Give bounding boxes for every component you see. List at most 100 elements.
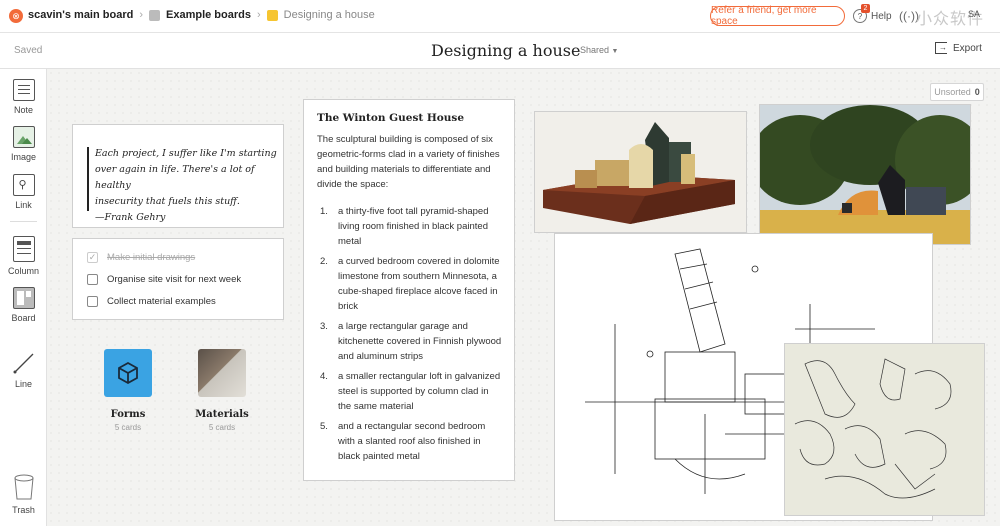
- trash-icon: [14, 474, 33, 500]
- top-bar: ⊗ scavin's main board › Example boards ›…: [0, 0, 1000, 33]
- tool-label: Trash: [12, 505, 35, 515]
- todo-card[interactable]: ✓ Make initial drawings Organise site vi…: [72, 238, 284, 320]
- text-line: cube-shaped fireplace alcove faced in: [338, 286, 498, 297]
- text-line: a thirty-five foot tall pyramid-shaped: [338, 206, 489, 217]
- todo-item[interactable]: Collect material examples: [87, 296, 216, 307]
- board-count: 5 cards: [208, 423, 236, 432]
- text-line: living room finished in black painted: [338, 221, 488, 232]
- tool-label: Note: [13, 105, 33, 115]
- text-line: black painted metal: [338, 451, 420, 462]
- text-line: a curved bedroom covered in dolomite: [338, 256, 500, 267]
- shared-dropdown[interactable]: Shared ▼: [580, 45, 618, 55]
- quote-bar: [87, 147, 89, 211]
- text-line: The sculptural building is composed of s…: [317, 134, 493, 145]
- divider: [10, 221, 37, 222]
- chevron-right-icon: ›: [139, 9, 143, 21]
- breadcrumb-root[interactable]: scavin's main board: [28, 9, 133, 21]
- text-line: geometric-forms clad in a variety of fin…: [317, 149, 500, 160]
- text-line: divide the space:: [317, 179, 389, 190]
- quote-text: Each project, I suffer like I'm starting…: [95, 146, 281, 226]
- list-item: 4. a smaller rectangular loft in galvani…: [320, 369, 508, 414]
- todo-item[interactable]: ✓ Make initial drawings: [87, 252, 195, 263]
- board-color-icon: [149, 9, 160, 21]
- tool-image[interactable]: Image: [0, 126, 47, 162]
- board-count: 5 cards: [114, 423, 142, 432]
- tool-label: Column: [7, 266, 39, 276]
- text-line: steel is supported by column clad in: [338, 386, 489, 397]
- cube-icon: [104, 349, 152, 397]
- quote-author: —Frank Gehry: [95, 212, 166, 223]
- help-button[interactable]: ? 2 Help: [853, 4, 892, 23]
- note-icon: [12, 79, 35, 101]
- text-line: and a rectangular second bedroom: [338, 421, 486, 432]
- page-title[interactable]: Designing a house: [431, 41, 580, 60]
- quote-card[interactable]: Each project, I suffer like I'm starting…: [72, 124, 284, 228]
- list-number: 4.: [320, 371, 328, 382]
- quote-line: over again in life. There's a lot of hea…: [95, 164, 255, 191]
- house-photo[interactable]: [759, 104, 971, 245]
- tool-line[interactable]: Line: [0, 351, 47, 389]
- unsorted-count: 0: [974, 87, 980, 97]
- list-item: 5. and a rectangular second bedroom with …: [320, 419, 508, 464]
- list-number: 2.: [320, 256, 328, 267]
- tool-sidebar: Note Image ⚲ Link Column Board Line Tras…: [0, 69, 47, 526]
- card-lead: The sculptural building is composed of s…: [317, 132, 505, 192]
- text-line: metal: [338, 236, 362, 247]
- tool-board[interactable]: Board: [0, 287, 47, 323]
- board-color-icon: [266, 9, 278, 21]
- line-icon: [13, 353, 33, 374]
- image-icon: [12, 126, 35, 148]
- unsorted-label: Unsorted: [934, 87, 971, 97]
- board-tile-forms[interactable]: Forms 5 cards: [98, 349, 158, 432]
- tool-trash[interactable]: Trash: [0, 473, 47, 515]
- text-card[interactable]: The Winton Guest House The sculptural bu…: [303, 99, 515, 481]
- refer-friend-button[interactable]: Refer a friend, get more space: [710, 5, 845, 27]
- breadcrumb-mid[interactable]: Example boards: [166, 9, 251, 21]
- checkbox[interactable]: [87, 274, 98, 285]
- tool-label: Line: [14, 379, 32, 389]
- todo-label: Organise site visit for next week: [107, 274, 242, 285]
- text-line: limestone from southern Minnesota, a: [338, 271, 497, 282]
- milanote-logo-icon[interactable]: ⊗: [9, 9, 23, 23]
- avatar[interactable]: SA: [968, 9, 980, 19]
- link-icon: ⚲: [12, 174, 35, 196]
- model-photo[interactable]: [534, 111, 747, 233]
- todo-label: Collect material examples: [107, 296, 216, 307]
- sketch-drawing[interactable]: [784, 343, 985, 516]
- checkbox-checked[interactable]: ✓: [87, 252, 98, 263]
- list-item: 1. a thirty-five foot tall pyramid-shape…: [320, 204, 508, 249]
- column-icon: [12, 236, 35, 262]
- list-item: 3. a large rectangular garage and kitchen…: [320, 319, 508, 364]
- text-line: and building materials to differentiate …: [317, 164, 491, 175]
- export-icon: →: [935, 42, 947, 54]
- unsorted-button[interactable]: Unsorted 0: [930, 83, 984, 101]
- board-icon: [12, 287, 35, 309]
- list-item: 2. a curved bedroom covered in dolomite l…: [320, 254, 508, 314]
- list-number: 3.: [320, 321, 328, 332]
- chevron-down-icon: ▼: [611, 48, 619, 55]
- checkbox[interactable]: [87, 296, 98, 307]
- help-label: Help: [871, 10, 892, 22]
- export-button[interactable]: → Export: [935, 42, 982, 54]
- breadcrumb-current: Designing a house: [283, 9, 375, 21]
- help-icon: ? 2: [853, 4, 870, 23]
- notification-badge: 2: [861, 4, 870, 13]
- tool-column[interactable]: Column: [0, 236, 47, 276]
- breadcrumb: scavin's main board › Example boards › D…: [28, 9, 375, 21]
- card-heading: The Winton Guest House: [317, 112, 465, 124]
- list-number: 5.: [320, 421, 328, 432]
- save-status: Saved: [14, 45, 43, 56]
- todo-label: Make initial drawings: [107, 252, 196, 263]
- text-line: a large rectangular garage and: [338, 321, 468, 332]
- board-tile-materials[interactable]: Materials 5 cards: [192, 349, 252, 432]
- text-line: brick: [338, 301, 359, 312]
- tool-link[interactable]: ⚲ Link: [0, 174, 47, 210]
- list-number: 1.: [320, 206, 328, 217]
- board-name: Materials: [195, 409, 249, 420]
- quote-line: insecurity that fuels this stuff.: [95, 196, 240, 207]
- text-line: with a slanted roof also finished in: [338, 436, 481, 447]
- shared-label: Shared: [580, 45, 610, 55]
- tool-note[interactable]: Note: [0, 79, 47, 115]
- text-line: and aluminum strips: [338, 351, 424, 362]
- todo-item[interactable]: Organise site visit for next week: [87, 274, 241, 285]
